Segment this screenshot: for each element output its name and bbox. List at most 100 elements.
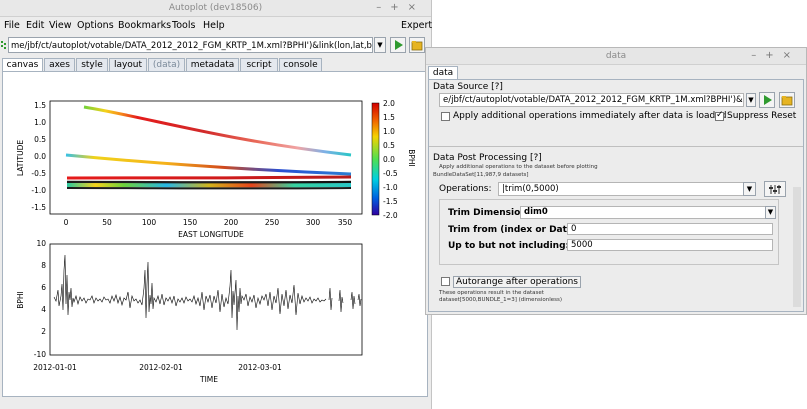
plot-canvas[interactable]: 1.5 1.0 0.5 0.0 -0.5 -1.0 -1.5 LATITUDE … [2, 71, 428, 397]
go-button[interactable] [390, 37, 406, 53]
colorbar [371, 102, 380, 216]
plot-canvas-svg[interactable]: 1.5 1.0 0.5 0.0 -0.5 -1.0 -1.5 LATITUDE … [3, 72, 427, 396]
result-note-1: These operations result in the dataset [439, 290, 544, 296]
menu-help[interactable]: Help [203, 20, 225, 31]
top-ytick: 1.5 [34, 101, 46, 110]
apply-ops-label: Apply additional operations immediately … [453, 111, 727, 121]
bottom-plot-xaxis: 2012-01-01 2012-02-01 2012-03-01 TIME [33, 363, 282, 384]
colorbar-tick: -1.0 [383, 183, 398, 192]
data-panel: Data Source [?] e/jbf/ct/autoplot/votabl… [428, 79, 804, 312]
bottom-ytick: 2 [41, 327, 46, 336]
bundle-note: BundleDataSet[11,987,9 datasets] [433, 172, 529, 178]
main-titlebar: Autoplot (dev18506) –+× [0, 0, 431, 17]
tab-data[interactable]: (data) [148, 58, 185, 71]
result-note-2: dataset[5000,BUNDLE_1=3] (dimensionless) [439, 297, 563, 303]
tab-metadata[interactable]: metadata [186, 58, 239, 71]
browse-button[interactable] [409, 37, 425, 53]
colorbar-tick: 0.0 [383, 155, 395, 164]
menu-expert[interactable]: Expert [401, 20, 432, 31]
window-controls[interactable]: –+× [376, 2, 425, 13]
suppress-reset-checkbox[interactable] [715, 110, 724, 121]
top-plot-yaxis: 1.5 1.0 0.5 0.0 -0.5 -1.0 -1.5 LATITUDE [16, 101, 46, 212]
operations-input[interactable]: |trim(0,5000) [498, 182, 756, 196]
bottom-ytick: 8 [41, 261, 46, 270]
data-uri-input[interactable]: e/jbf/ct/autoplot/votable/DATA_2012_2012… [439, 93, 744, 107]
menu-tools[interactable]: Tools [172, 20, 195, 31]
top-xtick: 350 [338, 218, 353, 227]
minimize-icon[interactable]: – [751, 50, 765, 61]
maximize-icon[interactable]: + [765, 50, 782, 61]
status-bar [0, 397, 431, 409]
trim-dimension-dropdown[interactable]: ▼ [765, 206, 776, 219]
top-ytick: -0.5 [31, 169, 46, 178]
maximize-icon[interactable]: + [390, 2, 407, 13]
up-to-input[interactable]: 5000 [567, 239, 773, 251]
operations-label: Operations: [439, 184, 492, 194]
colorbar-tick: 1.5 [383, 113, 395, 122]
uri-dropdown-button[interactable]: ▼ [374, 37, 386, 53]
top-xtick: 150 [183, 218, 198, 227]
top-xtick: 50 [102, 218, 112, 227]
menu-view[interactable]: View [49, 20, 72, 31]
top-plot-xaxis: 0 50 100 150 200 250 300 350 EAST LONGIT… [64, 218, 353, 239]
drag-grip-icon[interactable] [1, 40, 6, 50]
tab-script[interactable]: script [240, 58, 278, 71]
tab-axes[interactable]: axes [44, 58, 75, 71]
tab-canvas[interactable]: canvas [2, 58, 43, 72]
operations-dropdown[interactable]: ▼ [743, 182, 756, 196]
menu-options[interactable]: Options [77, 20, 114, 31]
colorbar-label: BPHI [407, 149, 416, 167]
bottom-plot-yaxis: 10 8 6 4 2 -10 BPHI [16, 239, 46, 359]
colorbar-tick: 2.0 [383, 99, 395, 108]
scrollbar[interactable] [793, 187, 801, 307]
tab-data-dialog[interactable]: data [428, 66, 458, 79]
data-window-title: data [605, 51, 627, 61]
folder-icon [781, 96, 793, 106]
data-window: data –+× data Data Source [?] e/jbf/ct/a… [425, 47, 807, 315]
bottom-ytick: 4 [41, 305, 46, 314]
top-ytick: -1.0 [31, 186, 46, 195]
bottom-ytick: 10 [36, 239, 46, 248]
bottom-ylabel: BPHI [16, 291, 25, 309]
bottom-ytick: -10 [34, 350, 46, 359]
sliders-icon [769, 185, 781, 194]
data-window-controls[interactable]: –+× [751, 50, 800, 61]
trim-dimension-select[interactable]: dim0 [520, 206, 776, 219]
tab-style[interactable]: style [76, 58, 108, 71]
colorbar-tick: 1.0 [383, 127, 395, 136]
data-uri-dropdown[interactable]: ▼ [746, 93, 756, 107]
close-icon[interactable]: × [408, 2, 425, 13]
close-icon[interactable]: × [783, 50, 800, 61]
data-browse-button[interactable] [779, 92, 795, 108]
folder-icon [411, 41, 423, 51]
bottom-xtick: 2012-01-01 [33, 363, 77, 372]
menu-bookmarks[interactable]: Bookmarks [118, 20, 171, 31]
data-source-header[interactable]: Data Source [?] [433, 82, 503, 92]
menu-edit[interactable]: Edit [26, 20, 44, 31]
trim-dimension-label: Trim Dimension: [448, 208, 531, 218]
autorange-label: Autorange after operations [453, 276, 581, 288]
operations-editor-button[interactable] [764, 181, 786, 197]
top-ytick: -1.5 [31, 203, 46, 212]
section-divider[interactable] [429, 146, 803, 147]
trim-from-input[interactable]: 0 [567, 223, 773, 235]
tab-layout[interactable]: layout [109, 58, 147, 71]
menu-file[interactable]: File [4, 20, 20, 31]
uri-input[interactable]: me/jbf/ct/autoplot/votable/DATA_2012_201… [8, 37, 373, 53]
post-processing-header[interactable]: Data Post Processing [?] [433, 153, 542, 163]
minimize-icon[interactable]: – [376, 2, 390, 13]
up-to-label: Up to but not including: [448, 241, 570, 251]
bottom-xtick: 2012-03-01 [238, 363, 282, 372]
apply-ops-checkbox[interactable] [441, 112, 450, 121]
bottom-ytick: 6 [41, 283, 46, 292]
top-xtick: 200 [224, 218, 239, 227]
data-titlebar: data –+× [426, 48, 806, 65]
post-processing-note: Apply additional operations to the datas… [439, 164, 598, 170]
data-go-button[interactable] [759, 92, 775, 108]
colorbar-tick: -0.5 [383, 169, 398, 178]
colorbar-tick: -2.0 [383, 211, 398, 220]
trim-options-box: Trim Dimension: dim0 ▼ Trim from (index … [439, 199, 779, 265]
autorange-checkbox[interactable] [441, 277, 450, 286]
tab-console[interactable]: console [279, 58, 322, 71]
uri-row: me/jbf/ct/autoplot/votable/DATA_2012_201… [0, 37, 431, 54]
